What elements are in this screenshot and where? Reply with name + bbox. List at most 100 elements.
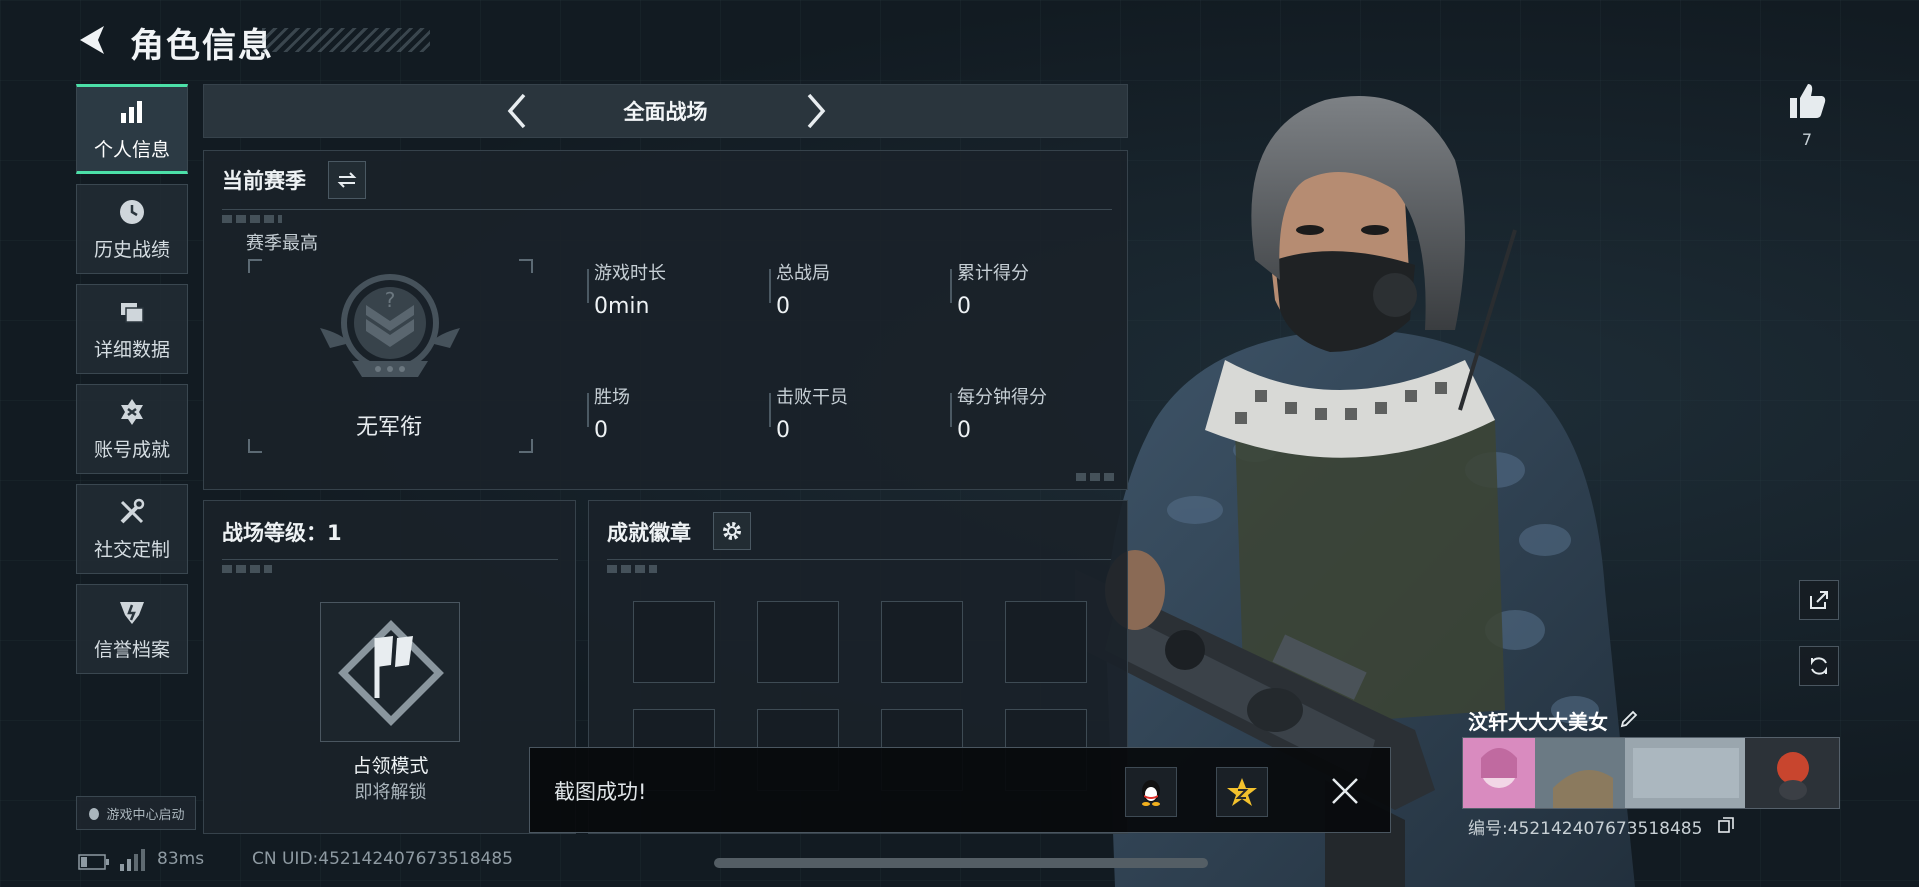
- stat-divider: [587, 269, 589, 303]
- like-count: 7: [1801, 130, 1813, 149]
- stat-divider: [587, 393, 589, 427]
- sidebar-item-history[interactable]: 历史战绩: [76, 184, 188, 274]
- capture-flag-icon: [338, 620, 444, 726]
- frame-corner: [248, 259, 262, 273]
- qzone-icon: [1227, 778, 1257, 806]
- profile-banner: [1462, 737, 1840, 809]
- badge-slot[interactable]: [633, 601, 715, 683]
- battlefield-level-panel: 战场等级：1 占领模式 即将解锁: [203, 500, 576, 834]
- page-title: 角色信息: [130, 26, 274, 66]
- sidebar-item-reputation[interactable]: 信誉档案: [76, 584, 188, 674]
- decoration-ticks: [1076, 473, 1116, 481]
- stat-value-total-matches: 0: [776, 294, 790, 319]
- home-indicator[interactable]: [714, 858, 1208, 868]
- like-button[interactable]: [1786, 80, 1828, 122]
- swap-icon: [337, 172, 357, 188]
- mode-selector: 全面战场: [203, 84, 1128, 138]
- section-divider: [222, 559, 558, 560]
- bar-chart-icon: [121, 100, 142, 123]
- stat-value-play-time: 0min: [594, 294, 650, 319]
- achievements-title: 成就徽章: [607, 521, 691, 545]
- sidebar-item-label: 详细数据: [93, 338, 170, 361]
- sidebar-item-label: 历史战绩: [93, 238, 170, 261]
- mode-title: 全面战场: [623, 100, 708, 124]
- stat-label-total-matches: 总战局: [776, 263, 830, 284]
- next-mode-button[interactable]: [795, 91, 835, 131]
- back-button[interactable]: [74, 20, 114, 60]
- stat-divider: [769, 269, 771, 303]
- clock-icon: [120, 199, 144, 224]
- share-qzone-button[interactable]: [1216, 767, 1268, 817]
- export-button[interactable]: [1799, 580, 1839, 620]
- folder-icon: [121, 302, 144, 323]
- penguin-icon: [89, 808, 100, 820]
- sidebar-item-social[interactable]: 社交定制: [76, 484, 188, 574]
- stat-label-score-per-minute: 每分钟得分: [957, 387, 1047, 408]
- battlefield-level-title: 战场等级：1: [222, 521, 342, 545]
- badge-slot[interactable]: [881, 601, 963, 683]
- game-center-launch-button[interactable]: 游戏中心启动: [76, 796, 196, 830]
- screenshot-toast: 截图成功!: [529, 747, 1391, 833]
- frame-corner: [519, 259, 533, 273]
- close-toast-button[interactable]: [1329, 775, 1361, 807]
- sidebar-item-achievements[interactable]: 账号成就: [76, 384, 188, 474]
- stat-value-total-score: 0: [957, 294, 971, 319]
- stat-label-wins: 胜场: [594, 387, 630, 408]
- sidebar-item-detailed-data[interactable]: 详细数据: [76, 284, 188, 374]
- sidebar-item-label: 个人信息: [93, 138, 170, 161]
- season-title: 当前赛季: [222, 169, 306, 193]
- player-id: 编号:452142407673518485: [1468, 819, 1703, 839]
- decoration-ticks: [222, 565, 272, 573]
- copy-id-button[interactable]: [1717, 816, 1735, 834]
- medal-icon: [121, 398, 143, 425]
- sidebar-item-label: 信誉档案: [93, 638, 170, 661]
- frame-corner: [248, 439, 262, 453]
- season-panel: 当前赛季 赛季最高 ? 无军衔 游戏时长 0min 总战局 0 累计得分 0 胜…: [203, 150, 1128, 490]
- toast-message: 截图成功!: [554, 780, 647, 804]
- title-decoration: [262, 28, 430, 52]
- section-divider: [607, 559, 1111, 560]
- rank-emblem-icon: ?: [320, 274, 460, 377]
- share-icon: [1810, 591, 1828, 609]
- previous-mode-button[interactable]: [498, 91, 538, 131]
- stat-label-total-score: 累计得分: [957, 263, 1029, 284]
- stat-divider: [950, 269, 952, 303]
- gear-icon: [723, 522, 741, 540]
- section-divider: [222, 209, 1112, 210]
- uid-text: CN UID:452142407673518485: [252, 849, 513, 869]
- sidebar-item-personal-info[interactable]: 个人信息: [76, 84, 188, 174]
- svg-text:?: ?: [385, 288, 396, 312]
- stat-value-kills: 0: [776, 418, 790, 443]
- mode-name: 占领模式: [352, 755, 429, 777]
- frame-corner: [519, 439, 533, 453]
- banner-image: [1463, 738, 1839, 808]
- battery-icon: [78, 854, 109, 870]
- achievements-settings-button[interactable]: [713, 512, 751, 550]
- share-qq-button[interactable]: [1125, 767, 1177, 817]
- stat-label-kills: 击败干员: [776, 387, 848, 408]
- stat-divider: [950, 393, 952, 427]
- signal-icon: [120, 849, 145, 871]
- sidebar-item-label: 账号成就: [93, 438, 170, 461]
- decoration-ticks: [607, 565, 657, 573]
- badge-slot[interactable]: [1005, 601, 1087, 683]
- edit-name-button[interactable]: [1618, 708, 1640, 730]
- refresh-button[interactable]: [1799, 646, 1839, 686]
- rotate-icon: [1811, 657, 1827, 675]
- mode-card[interactable]: [320, 602, 460, 742]
- badge-slot[interactable]: [757, 601, 839, 683]
- rank-name: 无军衔: [355, 415, 422, 440]
- season-best-label: 赛季最高: [246, 233, 318, 254]
- latency: 83ms: [157, 849, 205, 869]
- emblem-icon: [120, 601, 144, 624]
- game-center-label: 游戏中心启动: [106, 807, 185, 823]
- decoration-ticks: [222, 215, 282, 223]
- switch-season-button[interactable]: [328, 161, 366, 199]
- sidebar-item-label: 社交定制: [93, 538, 170, 561]
- stat-value-wins: 0: [594, 418, 608, 443]
- stat-label-play-time: 游戏时长: [594, 263, 666, 284]
- stat-divider: [769, 393, 771, 427]
- player-name: 汶轩大大大美女: [1468, 710, 1608, 734]
- mode-status: 即将解锁: [354, 782, 427, 803]
- stat-value-score-per-minute: 0: [957, 418, 971, 443]
